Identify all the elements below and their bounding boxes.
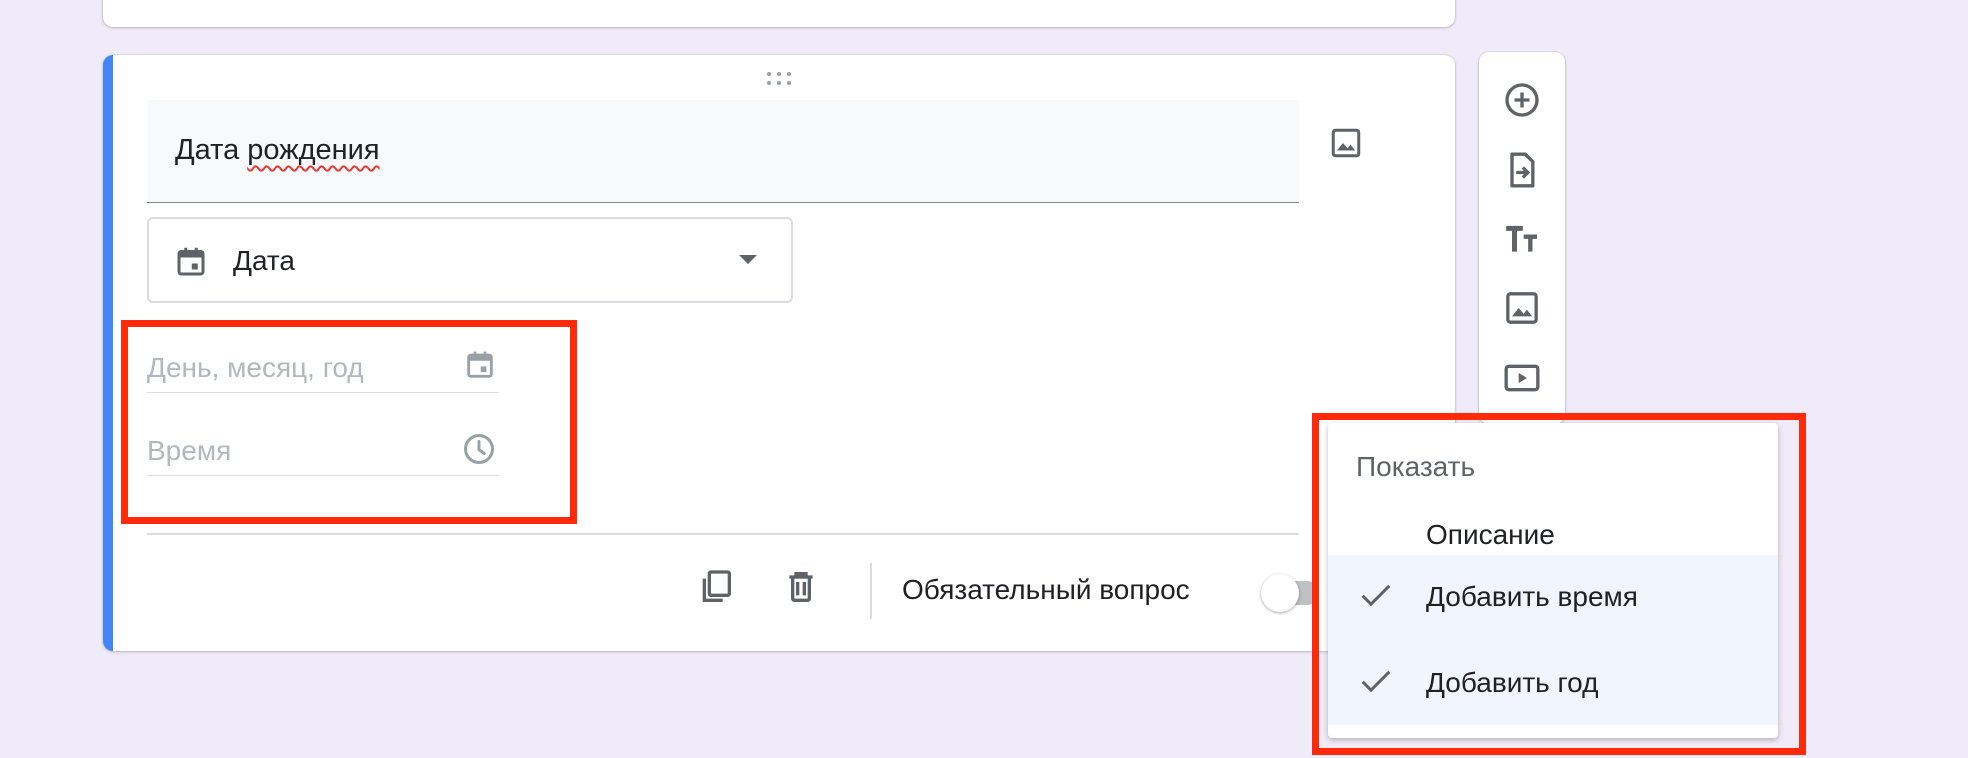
duplicate-icon[interactable]: [696, 567, 736, 607]
add-video-icon[interactable]: [1502, 358, 1542, 398]
required-toggle-knob[interactable]: [1261, 574, 1299, 612]
highlight-box-show-menu: [1312, 413, 1806, 755]
spellcheck-underlined-word: рождения: [247, 134, 380, 166]
question-title-text: Дата рождения: [175, 134, 380, 166]
drag-handle-icon[interactable]: [767, 70, 797, 88]
question-type-dropdown[interactable]: Дата: [147, 217, 793, 303]
import-questions-icon[interactable]: [1502, 150, 1542, 190]
footer-separator: [870, 563, 872, 619]
required-question-label: Обязательный вопрос: [902, 574, 1190, 605]
active-card-accent-bar: [103, 55, 113, 651]
add-image-to-question-icon[interactable]: [1328, 125, 1364, 161]
dropdown-arrow-icon: [739, 255, 757, 264]
trash-icon[interactable]: [781, 567, 821, 607]
highlight-box-date-time-fields: [121, 320, 577, 524]
add-question-icon[interactable]: [1502, 80, 1542, 120]
question-type-label: Дата: [233, 245, 296, 276]
previous-question-card[interactable]: [103, 0, 1455, 27]
card-footer-divider: [147, 533, 1299, 535]
add-title-icon[interactable]: [1502, 220, 1542, 260]
calendar-icon: [173, 244, 209, 280]
floating-toolbar: [1479, 52, 1565, 424]
question-title-field[interactable]: Дата рождения: [147, 100, 1299, 203]
add-image-icon[interactable]: [1502, 288, 1542, 328]
